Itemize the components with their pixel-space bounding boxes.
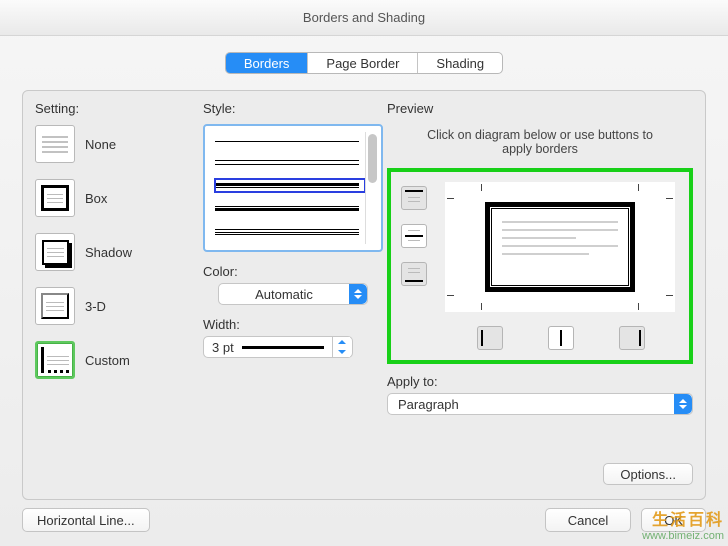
setting-label: Custom (85, 353, 130, 368)
chevron-up-down-icon (674, 394, 692, 414)
style-option-1[interactable] (215, 156, 365, 169)
color-select[interactable]: Automatic (218, 283, 368, 305)
style-scrollbar[interactable] (365, 132, 379, 244)
ok-button[interactable]: OK (641, 508, 706, 532)
color-value: Automatic (219, 287, 349, 302)
style-option-0[interactable] (215, 137, 365, 146)
border-right-button[interactable] (619, 326, 645, 350)
cancel-button[interactable]: Cancel (545, 508, 631, 532)
setting-none[interactable]: None (35, 124, 185, 164)
main-panel: Setting: None Box Shadow 3-D Custom (22, 90, 706, 500)
border-bottom-button[interactable] (401, 262, 427, 286)
options-button[interactable]: Options... (603, 463, 693, 485)
style-heading: Style: (203, 101, 383, 116)
window-title: Borders and Shading (303, 10, 425, 25)
style-list (215, 132, 365, 244)
settings-heading: Setting: (35, 101, 185, 116)
preview-column: Preview Click on diagram below or use bu… (387, 101, 693, 487)
setting-box-icon (35, 179, 75, 217)
apply-to-select[interactable]: Paragraph (387, 393, 693, 415)
setting-3d[interactable]: 3-D (35, 286, 185, 326)
preview-stage[interactable] (445, 182, 675, 312)
style-option-2[interactable] (215, 179, 365, 192)
preview-help-text: Click on diagram below or use buttons to… (387, 124, 693, 162)
segmented-control: Borders Page Border Shading (225, 52, 503, 74)
settings-column: Setting: None Box Shadow 3-D Custom (35, 101, 185, 487)
setting-shadow-icon (35, 233, 75, 271)
apply-to-row: Apply to: Paragraph (387, 374, 693, 415)
style-listbox[interactable] (203, 124, 383, 252)
window-titlebar: Borders and Shading (0, 0, 728, 36)
preview-document (485, 202, 635, 292)
dialog-buttons: Cancel OK (545, 508, 706, 532)
setting-shadow[interactable]: Shadow (35, 232, 185, 272)
edge-buttons-horizontal (457, 326, 665, 350)
border-top-button[interactable] (401, 186, 427, 210)
style-option-4[interactable] (215, 225, 365, 239)
tab-shading[interactable]: Shading (418, 53, 502, 73)
setting-3d-icon (35, 287, 75, 325)
setting-label: Box (85, 191, 107, 206)
style-option-3[interactable] (215, 202, 365, 215)
horizontal-line-button[interactable]: Horizontal Line... (22, 508, 150, 532)
setting-none-icon (35, 125, 75, 163)
tab-bar: Borders Page Border Shading (0, 36, 728, 84)
preview-area (387, 168, 693, 364)
setting-custom[interactable]: Custom (35, 340, 185, 380)
chevron-up-down-icon (349, 284, 367, 304)
width-preview-line (242, 346, 324, 349)
edge-buttons-vertical (401, 186, 427, 286)
setting-custom-icon (35, 341, 75, 379)
border-vmiddle-button[interactable] (548, 326, 574, 350)
border-hmiddle-button[interactable] (401, 224, 427, 248)
preview-heading: Preview (387, 101, 693, 116)
apply-to-heading: Apply to: (387, 374, 693, 389)
setting-label: 3-D (85, 299, 106, 314)
width-stepper[interactable] (332, 337, 350, 357)
width-heading: Width: (203, 317, 383, 332)
tab-borders[interactable]: Borders (226, 53, 309, 73)
setting-box[interactable]: Box (35, 178, 185, 218)
border-left-button[interactable] (477, 326, 503, 350)
tab-page-border[interactable]: Page Border (308, 53, 418, 73)
stepper-up-icon[interactable] (333, 337, 350, 347)
setting-label: None (85, 137, 116, 152)
setting-label: Shadow (85, 245, 132, 260)
settings-list: None Box Shadow 3-D Custom (35, 124, 185, 380)
width-select[interactable]: 3 pt (203, 336, 353, 358)
color-heading: Color: (203, 264, 383, 279)
style-column: Style: Color: Automatic Width: 3 pt (203, 101, 383, 487)
stepper-down-icon[interactable] (333, 347, 350, 357)
width-value: 3 pt (212, 340, 234, 355)
apply-to-value: Paragraph (388, 397, 674, 412)
